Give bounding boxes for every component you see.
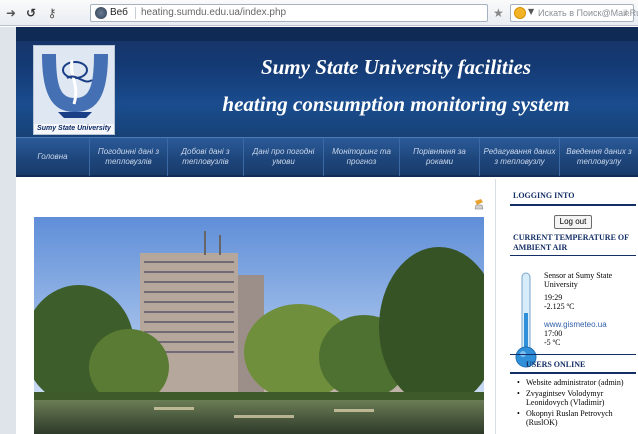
header-top-band (16, 27, 638, 41)
gismeteo-time: 17:00 (544, 329, 563, 338)
users-online-heading: USERS ONLINE (526, 360, 586, 369)
divider (510, 372, 636, 374)
site-identity-icon[interactable] (95, 7, 107, 19)
temperature-heading: CURRENT TEMPERATURE OF AMBIENT AIR (513, 233, 629, 252)
site-header: Sumy State University Sumy State Univers… (16, 27, 638, 137)
logout-button[interactable]: Log out (554, 215, 592, 229)
user-name: Website administrator (admin) (526, 378, 624, 387)
menu-item-daily-data[interactable]: Добові дані з тепловузлів (168, 138, 244, 176)
logo-emblem-icon (34, 46, 114, 126)
menu-item-year-comparison[interactable]: Порівняння за роками (400, 138, 480, 176)
gismeteo-temperature: -5 ºC (544, 338, 561, 347)
user-name: Okopnyi Ruslan Petrovych (RuslOK) (526, 409, 613, 427)
url-text[interactable]: heating.sumdu.edu.ua/index.php (141, 7, 286, 18)
divider (510, 255, 636, 256)
menu-item-weather-data[interactable]: Дані про погодні умови (244, 138, 324, 176)
address-bar[interactable]: Веб heating.sumdu.edu.ua/index.php (90, 4, 488, 22)
reload-icon: ↺ (25, 6, 37, 20)
sensor-temperature: -2.125 ºC (544, 302, 575, 311)
key-button[interactable]: ⚷ (43, 5, 61, 21)
site-container: Sumy State University Sumy State Univers… (16, 27, 638, 434)
menu-item-enter-data[interactable]: Введення даних з тепловузлу (560, 138, 638, 176)
list-item: • Okopnyi Ruslan Petrovych (RuslOK) (516, 409, 632, 427)
divider (510, 354, 636, 355)
main-menu: Головна Погодинні дані з тепловузлів Доб… (16, 137, 638, 177)
divider (510, 204, 636, 206)
search-engine-icon[interactable] (514, 7, 526, 19)
bookmark-star-icon[interactable]: ★ (493, 6, 504, 20)
list-item: • Zvyagintsev Volodymyr Leonidovych (Vlad… (516, 389, 632, 407)
menu-item-home[interactable]: Головна (16, 138, 90, 176)
sensor-location: Sensor at Sumy State University (544, 271, 613, 289)
site-title-line-1: Sumy State University facilities (260, 55, 532, 79)
university-logo[interactable]: Sumy State University (33, 45, 115, 135)
page-viewport: Sumy State University Sumy State Univers… (0, 27, 638, 434)
reload-button[interactable]: ↺ (22, 5, 40, 21)
url-divider (135, 7, 136, 19)
thermometer-icon (515, 272, 537, 368)
search-icon[interactable]: ⌕ (624, 6, 630, 20)
main-column (16, 179, 496, 434)
sensor-time: 19:29 (544, 293, 563, 302)
list-item: • Website administrator (admin) (516, 378, 632, 387)
print-icon[interactable] (473, 198, 485, 210)
logo-caption: Sumy State University (34, 124, 114, 134)
users-online-list: • Website administrator (admin) • Zvyagint… (516, 378, 632, 429)
logging-heading: LOGGING INTO (513, 191, 575, 200)
chevron-down-icon[interactable]: ▼ (528, 7, 534, 16)
site-title-line-2: heating consumption monitoring system (222, 92, 570, 116)
sidebar: LOGGING INTO Log out CURRENT TEMPERATURE… (510, 179, 638, 434)
campus-photo (34, 217, 484, 434)
menu-item-edit-data[interactable]: Редагування даних з тепловузлу (480, 138, 560, 176)
gismeteo-link[interactable]: www.gismeteo.ua (544, 320, 607, 329)
browser-toolbar: ➜ ↺ ⚷ Веб heating.sumdu.edu.ua/index.php… (0, 0, 638, 26)
user-name: Zvyagintsev Volodymyr Leonidovych (Vladi… (526, 389, 605, 407)
menu-item-hourly-data[interactable]: Погодинні дані з тепловузлів (90, 138, 168, 176)
search-box[interactable]: ▼ Искать в Поиск@Mail.Ru ⌕ (510, 4, 638, 22)
back-button[interactable]: ➜ (2, 5, 20, 21)
content-area: LOGGING INTO Log out CURRENT TEMPERATURE… (16, 179, 638, 434)
menu-item-monitoring-forecast[interactable]: Моніторинг та прогноз (324, 138, 400, 176)
key-icon: ⚷ (47, 6, 57, 20)
bullet: • (517, 409, 520, 418)
bullet: • (517, 378, 520, 387)
bullet: • (517, 389, 520, 398)
back-arrow-icon: ➜ (5, 6, 17, 20)
site-label: Веб (110, 7, 128, 18)
